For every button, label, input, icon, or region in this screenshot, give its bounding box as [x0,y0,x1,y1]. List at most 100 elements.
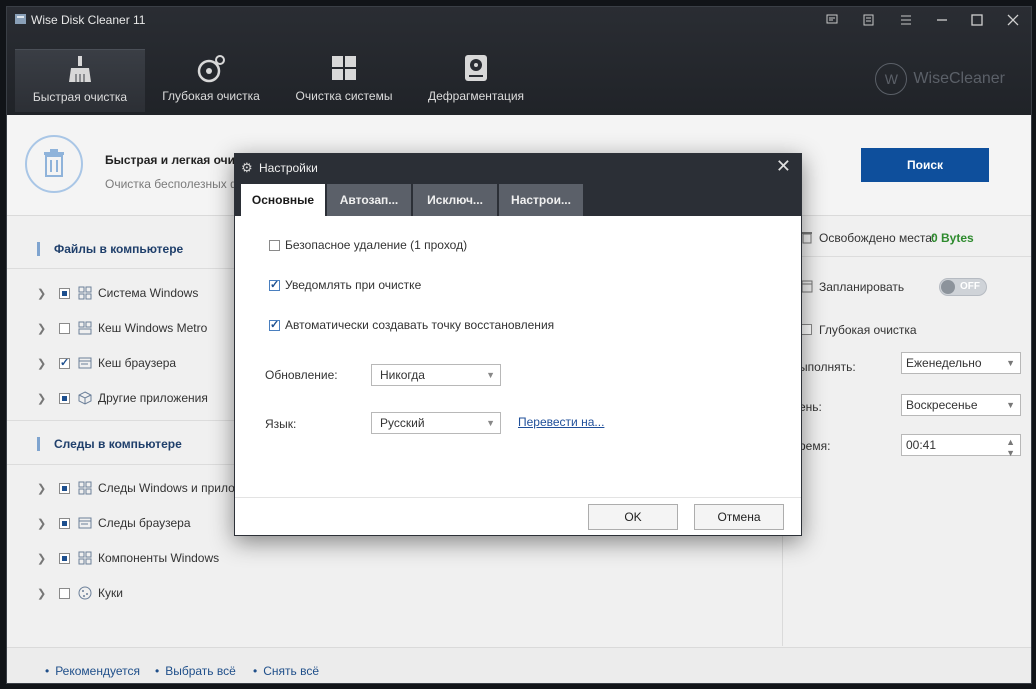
tab-defrag[interactable]: Дефрагментация [411,49,541,111]
traces-section-heading: Следы в компьютере [37,437,182,451]
freed-space-value: 0 Bytes [931,231,974,245]
schedule-toggle[interactable]: OFF [939,278,987,296]
chevron-right-icon[interactable]: ❯ [37,482,47,495]
tab-autorun[interactable]: Автозап... [327,184,411,216]
brand-logo: W WiseCleaner [875,63,1005,95]
list-item[interactable]: ❯ Система Windows [37,284,198,302]
checkbox[interactable] [59,392,70,404]
checkbox[interactable] [59,356,70,369]
checkbox[interactable] [59,552,70,564]
deep-clean-checkbox[interactable] [801,324,812,335]
dropdown-arrow-icon: ▼ [486,418,495,428]
language-value: Русский [380,416,425,430]
close-icon[interactable] [1002,10,1024,30]
chevron-right-icon[interactable]: ❯ [37,517,47,530]
list-item-label: Другие приложения [98,391,208,405]
settings-dialog: ⚙ Настройки ✕ Основные Автозап... Исключ… [234,153,802,536]
banner-subtitle: Очистка бесполезных фа [105,177,247,191]
app-header: Wise Disk Cleaner 11 Быстрая очистка Глу… [7,7,1031,115]
schedule-label: Запланировать [819,280,905,294]
tab-general[interactable]: Основные [241,184,325,216]
time-stepper[interactable]: 00:41 ▲ ▼ [901,434,1021,458]
dropdown-arrow-icon: ▼ [1006,358,1015,368]
chevron-right-icon[interactable]: ❯ [37,392,47,405]
notes-icon[interactable] [858,10,880,30]
chevron-right-icon[interactable]: ❯ [37,587,47,600]
list-item-label: Компоненты Windows [98,551,220,565]
minimize-icon[interactable] [931,10,953,30]
scan-button[interactable]: Поиск [861,148,989,182]
tab-deep-clean[interactable]: Глубокая очистка [146,49,276,111]
list-item-label: Кеш браузера [98,356,177,370]
cancel-button[interactable]: Отмена [694,504,784,530]
list-item-label: Кеш Windows Metro [98,321,208,335]
app-title: Wise Disk Cleaner 11 [31,13,146,27]
frequency-select[interactable]: Еженедельно ▼ [901,352,1021,374]
frequency-value: Еженедельно [906,356,982,370]
dropdown-arrow-icon: ▼ [486,370,495,380]
list-item-label: Система Windows [98,286,199,300]
tab-exclusions[interactable]: Исключ... [413,184,497,216]
recommended-link[interactable]: Рекомендуется [45,664,140,678]
deselect-all-link[interactable]: Снять всё [253,664,319,678]
cookie-icon [78,586,92,600]
options-panel: Освобождено места: 0 Bytes Запланировать… [782,216,1031,646]
ok-button[interactable]: OK [588,504,678,530]
list-item[interactable]: ❯ Кеш браузера [37,354,176,372]
deep-clean-icon [197,55,225,83]
tab-quick-clean[interactable]: Быстрая очистка [15,49,145,112]
language-select[interactable]: Русский ▼ [371,412,501,434]
checkbox[interactable] [269,239,280,251]
time-label: ремя: [799,439,831,453]
list-item[interactable]: ❯ Следы Windows и приложен [37,479,256,497]
list-item[interactable]: ❯ Другие приложения [37,389,208,407]
tab-label: Глубокая очистка [162,89,260,103]
update-select[interactable]: Никогда ▼ [371,364,501,386]
menu-icon[interactable] [895,10,917,30]
checkbox[interactable] [269,278,280,291]
translate-link[interactable]: Перевести на... [518,415,604,429]
footer-bar: Рекомендуется Выбрать всё Снять всё [7,647,1031,683]
close-icon[interactable]: ✕ [776,156,791,177]
list-item[interactable]: ❯ Следы браузера [37,514,191,532]
tab-label: Дефрагментация [427,89,525,103]
checkbox[interactable] [59,322,70,334]
chevron-right-icon[interactable]: ❯ [37,357,47,370]
list-item-label: Следы браузера [98,516,191,530]
checkbox[interactable] [269,318,280,331]
brand-name: WiseCleaner [913,70,1005,87]
day-select[interactable]: Воскресенье ▼ [901,394,1021,416]
gear-icon: ⚙ [241,160,253,175]
list-item[interactable]: ❯ Кеш Windows Metro [37,319,207,337]
checkbox[interactable] [59,482,70,494]
divider [783,256,1031,257]
notify-option[interactable]: Уведомлять при очистке [269,278,421,292]
checkbox[interactable] [59,287,70,299]
update-label: Обновление: [265,368,338,382]
chevron-right-icon[interactable]: ❯ [37,287,47,300]
select-all-link[interactable]: Выбрать всё [155,664,236,678]
tab-custom[interactable]: Настрои... [499,184,583,216]
dialog-header: ⚙ Настройки ✕ Основные Автозап... Исключ… [235,154,801,216]
windows-icon [332,56,356,80]
maximize-icon[interactable] [966,10,988,30]
feedback-icon[interactable] [821,10,843,30]
cube-icon [78,391,92,405]
tab-label: Быстрая очистка [32,90,128,104]
files-section-heading: Файлы в компьютере [37,242,183,256]
secure-delete-option[interactable]: Безопасное удаление (1 проход) [269,238,467,252]
chevron-right-icon[interactable]: ❯ [37,322,47,335]
restore-point-option[interactable]: Автоматически создавать точку восстановл… [269,318,554,332]
disk-icon [465,55,487,81]
list-item[interactable]: ❯ Компоненты Windows [37,549,219,567]
dialog-divider [235,497,801,498]
checkbox[interactable] [59,517,70,529]
stepper-down-icon[interactable]: ▼ [1006,443,1015,463]
option-label: Уведомлять при очистке [285,278,422,292]
language-label: Язык: [265,417,297,431]
chevron-right-icon[interactable]: ❯ [37,552,47,565]
list-item[interactable]: ❯ Куки [37,584,123,602]
tab-system-clean[interactable]: Очистка системы [279,49,409,111]
checkbox[interactable] [59,587,70,599]
tab-label: Очистка системы [295,89,393,103]
